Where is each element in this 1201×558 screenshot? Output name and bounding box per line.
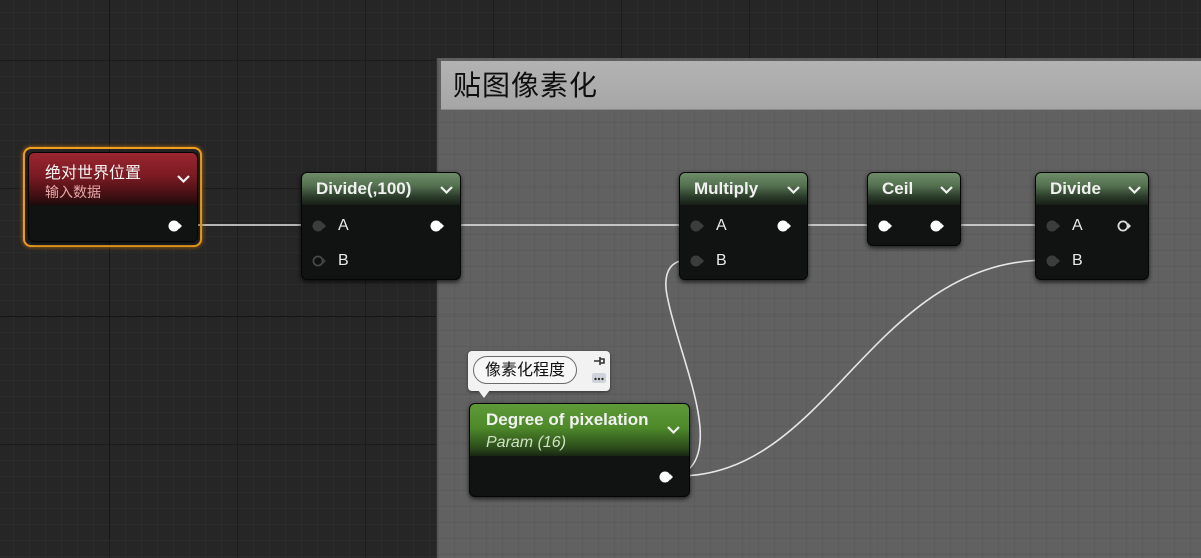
node-subtitle: 输入数据 (45, 185, 101, 201)
input-pin-a-icon[interactable] (690, 220, 704, 232)
wire-param-to-divide-b (677, 259, 1047, 477)
chevron-down-icon[interactable] (439, 182, 454, 197)
bubble-label: 像素化程度 (473, 356, 578, 384)
node-title: Multiply (694, 179, 759, 198)
node-header[interactable]: Ceil (868, 173, 960, 205)
node-header[interactable]: Divide(,100) (302, 173, 460, 205)
chevron-down-icon[interactable] (176, 171, 191, 186)
node-title: Divide (1050, 179, 1102, 198)
node-title: Ceil (882, 179, 914, 198)
chevron-down-icon[interactable] (1127, 182, 1142, 197)
output-pin-icon[interactable] (1117, 220, 1131, 232)
node-header[interactable]: Multiply (680, 173, 807, 205)
node-degree-of-pixelation[interactable]: Degree of pixelation Param (16) (469, 403, 690, 497)
node-header[interactable]: Degree of pixelation Param (16) (470, 404, 689, 456)
node-title: Degree of pixelation (486, 410, 649, 429)
chevron-down-icon[interactable] (939, 182, 954, 197)
pin-icon[interactable] (591, 354, 607, 368)
chevron-down-icon[interactable] (786, 182, 801, 197)
pin-label-a: A (338, 217, 349, 234)
output-pin-icon[interactable] (430, 220, 444, 232)
pin-label-b: B (1072, 252, 1083, 269)
input-pin-a-icon[interactable] (312, 220, 326, 232)
output-pin-icon[interactable] (659, 471, 673, 483)
node-header[interactable]: 绝对世界位置 输入数据 (29, 153, 197, 205)
pin-label-a: A (716, 217, 727, 234)
input-pin-a-icon[interactable] (1046, 220, 1060, 232)
node-divide-100[interactable]: Divide(,100) A B (301, 172, 461, 280)
node-divide[interactable]: Divide A B (1035, 172, 1149, 280)
node-header[interactable]: Divide (1036, 173, 1148, 205)
more-icon[interactable] (592, 373, 606, 383)
node-title: 绝对世界位置 (45, 163, 142, 182)
input-pin-icon[interactable] (878, 220, 892, 232)
input-pin-b-icon[interactable] (1046, 255, 1060, 267)
node-absolute-world-position[interactable]: 绝对世界位置 输入数据 (28, 152, 198, 242)
output-pin-icon[interactable] (168, 220, 182, 232)
node-comment-bubble[interactable]: 像素化程度 (468, 351, 610, 398)
node-ceil[interactable]: Ceil (867, 172, 961, 246)
pin-label-b: B (338, 252, 349, 269)
output-pin-icon[interactable] (930, 220, 944, 232)
input-pin-b-icon[interactable] (312, 255, 326, 267)
node-title: Divide(,100) (316, 179, 412, 198)
bubble-tail (478, 390, 490, 398)
pin-label-a: A (1072, 217, 1083, 234)
node-multiply[interactable]: Multiply A B (679, 172, 808, 280)
pin-label-b: B (716, 252, 727, 269)
input-pin-b-icon[interactable] (690, 255, 704, 267)
node-subtitle: Param (16) (486, 434, 567, 451)
chevron-down-icon[interactable] (666, 422, 681, 437)
output-pin-icon[interactable] (777, 220, 791, 232)
